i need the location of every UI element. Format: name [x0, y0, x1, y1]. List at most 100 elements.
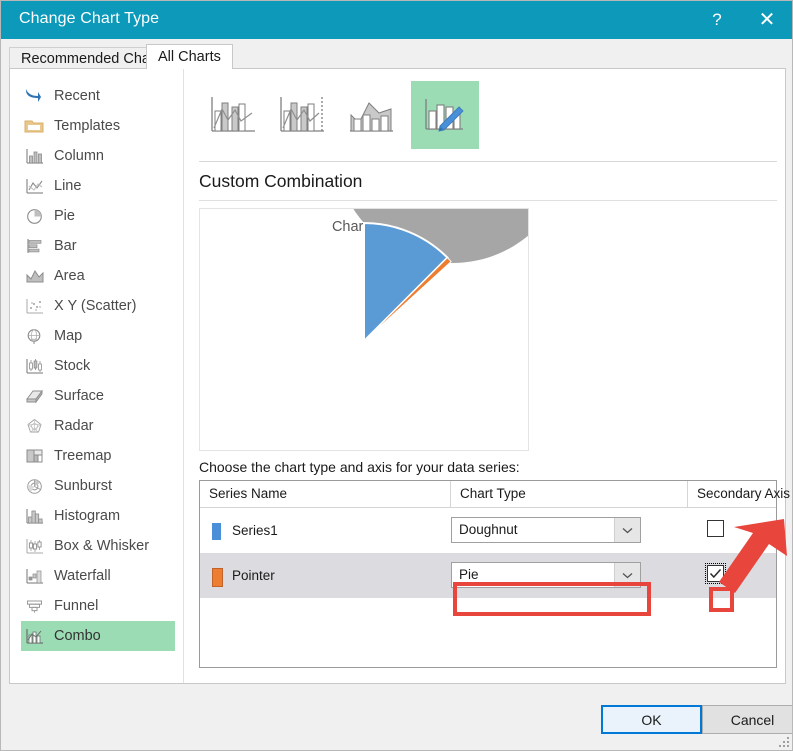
sidebar-item-templates[interactable]: Templates — [21, 111, 175, 141]
series-table-header: Series Name Chart Type Secondary Axis — [200, 481, 776, 508]
cancel-button[interactable]: Cancel — [702, 705, 793, 734]
sidebar-item-label: X Y (Scatter) — [54, 298, 136, 314]
dialog-title: Change Chart Type — [19, 10, 159, 28]
sidebar-item-label: Radar — [54, 418, 94, 434]
sidebar-item-label: Treemap — [54, 448, 111, 464]
table-row[interactable]: Pointer Pie — [200, 553, 776, 598]
series-name: Series1 — [232, 508, 278, 553]
close-button[interactable]: ✕ — [744, 1, 790, 39]
waterfall-chart-icon — [21, 565, 47, 587]
combo-thumbnail-row — [185, 81, 785, 155]
preview-pie-chart — [200, 209, 529, 451]
sidebar-item-label: Sunburst — [54, 478, 112, 494]
sidebar-item-histogram[interactable]: Histogram — [21, 501, 175, 531]
tab-recommended-charts-label: Recommended Charts — [21, 51, 166, 67]
thumbnail-clustered-column-line-secondary-axis[interactable] — [268, 81, 336, 149]
secondary-axis-checkbox[interactable] — [707, 520, 724, 537]
table-row[interactable]: Series1 Doughnut — [200, 508, 776, 553]
secondary-axis-cell — [707, 520, 727, 540]
series-color-swatch — [212, 568, 223, 587]
sidebar-item-label: Funnel — [54, 598, 98, 614]
column-header-series-name: Series Name — [209, 481, 287, 507]
heading-rule — [199, 200, 777, 201]
dialog-footer: OK Cancel — [1, 684, 793, 751]
pie-chart-icon — [21, 205, 47, 227]
sidebar-item-label: Pie — [54, 208, 75, 224]
sidebar-item-map[interactable]: Map — [21, 321, 175, 351]
sidebar-item-area[interactable]: Area — [21, 261, 175, 291]
sidebar-item-label: Bar — [54, 238, 77, 254]
area-chart-icon — [21, 265, 47, 287]
scatter-chart-icon — [21, 295, 47, 317]
resize-grip-icon[interactable] — [779, 737, 791, 749]
secondary-axis-cell — [707, 565, 727, 585]
series-instruction-label: Choose the chart type and axis for your … — [199, 459, 520, 475]
sidebar-item-radar[interactable]: Radar — [21, 411, 175, 441]
help-button[interactable]: ? — [694, 1, 740, 39]
column-header-secondary-axis: Secondary Axis — [687, 481, 790, 507]
tab-all-charts[interactable]: All Charts — [146, 44, 233, 69]
histogram-chart-icon — [21, 505, 47, 527]
sidebar-item-pie[interactable]: Pie — [21, 201, 175, 231]
series-color-swatch — [212, 523, 221, 540]
sidebar-item-stock[interactable]: Stock — [21, 351, 175, 381]
thumbnail-clustered-column-line[interactable] — [199, 81, 267, 149]
chart-type-dropdown-cell: Doughnut — [451, 517, 641, 543]
column-header-chart-type: Chart Type — [450, 481, 526, 507]
close-icon: ✕ — [759, 10, 776, 30]
map-globe-icon — [21, 325, 47, 347]
chart-type-dropdown[interactable]: Doughnut — [451, 517, 641, 543]
sidebar-item-surface[interactable]: Surface — [21, 381, 175, 411]
sidebar-item-line[interactable]: Line — [21, 171, 175, 201]
sidebar-item-column[interactable]: Column — [21, 141, 175, 171]
chart-type-dropdown[interactable]: Pie — [451, 562, 641, 588]
chevron-down-icon[interactable] — [614, 563, 640, 587]
sidebar-item-label: Templates — [54, 118, 120, 134]
funnel-chart-icon — [21, 595, 47, 617]
chart-type-value: Pie — [459, 563, 479, 587]
series-table: Series Name Chart Type Secondary Axis Se… — [199, 480, 777, 668]
thumbnail-stacked-area-clustered-column[interactable] — [337, 81, 405, 149]
radar-chart-icon — [21, 415, 47, 437]
sidebar-item-label: Area — [54, 268, 85, 284]
series-name: Pointer — [232, 553, 275, 598]
chart-type-dropdown-cell: Pie — [451, 562, 641, 588]
tab-all-charts-label: All Charts — [158, 49, 221, 65]
sidebar-item-waterfall[interactable]: Waterfall — [21, 561, 175, 591]
chart-preview-panel: Chart Title — [199, 208, 529, 451]
surface-chart-icon — [21, 385, 47, 407]
sidebar-item-treemap[interactable]: Treemap — [21, 441, 175, 471]
sidebar-item-xy-scatter[interactable]: X Y (Scatter) — [21, 291, 175, 321]
sidebar-item-label: Line — [54, 178, 81, 194]
sidebar-item-combo[interactable]: Combo — [21, 621, 175, 651]
ok-button[interactable]: OK — [601, 705, 702, 734]
recent-undo-icon — [21, 85, 47, 107]
sidebar-item-box-whisker[interactable]: Box & Whisker — [21, 531, 175, 561]
gallery-heading: Custom Combination — [199, 171, 362, 192]
treemap-chart-icon — [21, 445, 47, 467]
sidebar-item-recent[interactable]: Recent — [21, 81, 175, 111]
chart-category-sidebar[interactable]: Recent Templates Column Line — [10, 69, 184, 683]
folder-icon — [21, 115, 47, 137]
line-chart-icon — [21, 175, 47, 197]
sidebar-item-label: Box & Whisker — [54, 538, 149, 554]
secondary-axis-checkbox[interactable] — [707, 565, 724, 582]
checkmark-icon — [709, 568, 722, 579]
sidebar-item-bar[interactable]: Bar — [21, 231, 175, 261]
sidebar-item-sunburst[interactable]: Sunburst — [21, 471, 175, 501]
chevron-down-icon[interactable] — [614, 518, 640, 542]
sunburst-chart-icon — [21, 475, 47, 497]
question-mark-icon: ? — [712, 10, 721, 30]
sidebar-item-label: Column — [54, 148, 104, 164]
sidebar-item-label: Recent — [54, 88, 100, 104]
sidebar-item-label: Map — [54, 328, 82, 344]
column-chart-icon — [21, 145, 47, 167]
chart-type-value: Doughnut — [459, 518, 518, 542]
dialog-body-panel: Recent Templates Column Line — [9, 68, 786, 684]
cancel-button-label: Cancel — [731, 712, 775, 728]
change-chart-type-dialog: Change Chart Type ? ✕ Recommended Charts… — [0, 0, 793, 751]
sidebar-item-label: Surface — [54, 388, 104, 404]
sidebar-item-funnel[interactable]: Funnel — [21, 591, 175, 621]
bar-chart-icon — [21, 235, 47, 257]
thumbnail-custom-combination[interactable] — [411, 81, 479, 149]
